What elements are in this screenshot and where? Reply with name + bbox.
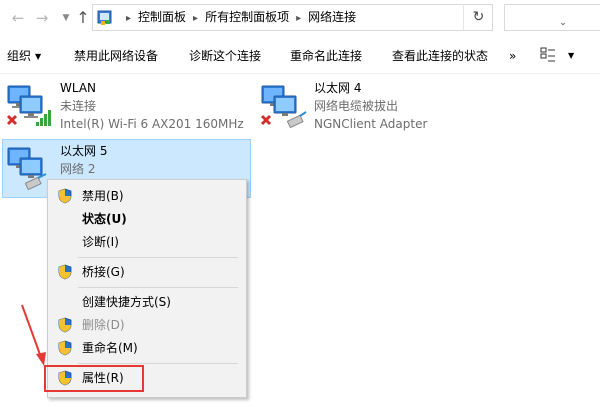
menu-separator — [78, 287, 238, 288]
refresh-icon[interactable]: ↻ — [463, 4, 493, 31]
connection-wlan[interactable]: WLAN 未连接 Intel(R) Wi-Fi 6 AX201 160MHz — [6, 80, 246, 136]
disable-device-button[interactable]: 禁用此网络设备 — [74, 38, 158, 74]
menu-item-label: 诊断(I) — [82, 235, 119, 249]
uac-shield-icon — [58, 340, 72, 356]
adapter-name: NGNClient Adapter — [314, 117, 428, 131]
menu-item-status[interactable]: 状态(U) — [50, 208, 245, 230]
menu-item-delete: 删除(D) — [50, 314, 245, 336]
connection-name: WLAN — [60, 81, 97, 95]
ethernet-adapter-icon — [260, 85, 307, 128]
menu-item-create-shortcut[interactable]: 创建快捷方式(S) — [50, 291, 245, 313]
breadcrumb-control-panel[interactable]: 控制面板 — [138, 10, 186, 24]
connection-status: 未连接 — [60, 99, 97, 113]
uac-shield-icon — [58, 264, 72, 280]
address-bar[interactable]: ▸ 控制面板 ▸ 所有控制面板项 ▸ 网络连接 ⌄ — [92, 4, 567, 31]
menu-item-label: 状态(U) — [82, 212, 127, 226]
rename-button[interactable]: 重命名此连接 — [290, 38, 362, 74]
uac-shield-icon — [58, 317, 72, 333]
connection-status: 网络 2 — [60, 162, 96, 176]
menu-item-label: 重命名(M) — [82, 341, 138, 355]
menu-item-diagnose[interactable]: 诊断(I) — [50, 231, 245, 253]
menu-separator — [78, 257, 238, 258]
forward-arrow-icon[interactable]: → — [32, 8, 52, 28]
control-panel-icon — [97, 10, 112, 25]
organize-label: 组织 — [7, 49, 32, 63]
uac-shield-icon — [58, 188, 72, 204]
menu-item-rename[interactable]: 重命名(M) — [50, 337, 245, 359]
connection-ethernet-4[interactable]: 以太网 4 网络电缆被拔出 NGNClient Adapter — [260, 80, 500, 136]
annotation-highlight-box — [44, 365, 144, 392]
menu-item-label: 删除(D) — [82, 318, 125, 332]
back-arrow-icon[interactable]: ← — [8, 8, 28, 28]
menu-item-label: 禁用(B) — [82, 189, 124, 203]
up-arrow-icon[interactable]: ↑ — [73, 8, 93, 28]
search-input[interactable] — [504, 4, 600, 31]
diagnose-button[interactable]: 诊断这个连接 — [189, 38, 261, 74]
view-options-icon[interactable] — [540, 47, 556, 63]
breadcrumb: ▸ 控制面板 ▸ 所有控制面板项 ▸ 网络连接 — [126, 10, 357, 24]
menu-item-label: 创建快捷方式(S) — [82, 295, 171, 309]
menu-item-disable[interactable]: 禁用(B) — [50, 185, 245, 207]
menu-item-label: 桥接(G) — [82, 265, 125, 279]
adapter-name: Intel(R) Wi-Fi 6 AX201 160MHz — [60, 117, 244, 131]
wireless-adapter-icon — [6, 85, 51, 126]
menu-item-bridge[interactable]: 桥接(G) — [50, 261, 245, 283]
connection-status: 网络电缆被拔出 — [314, 99, 399, 113]
connection-name: 以太网 4 — [314, 81, 362, 95]
breadcrumb-all-items[interactable]: 所有控制面板项 — [205, 10, 289, 24]
chevron-down-icon: ▼ — [35, 52, 42, 61]
view-status-button[interactable]: 查看此连接的状态 — [392, 38, 488, 74]
more-commands-button[interactable]: » — [509, 38, 516, 74]
breadcrumb-network-connections[interactable]: 网络连接 — [308, 10, 356, 24]
connection-name: 以太网 5 — [60, 144, 108, 158]
menu-separator — [78, 363, 238, 364]
command-bar: 组织 ▼ 禁用此网络设备 诊断这个连接 重命名此连接 查看此连接的状态 » ▼ — [0, 38, 600, 74]
organize-button[interactable]: 组织 ▼ — [7, 38, 41, 74]
view-dropdown-icon[interactable]: ▼ — [568, 38, 574, 74]
address-row: ← → ▼ ↑ ▸ 控制面板 ▸ 所有控制面板项 ▸ 网络连接 ⌄ ↻ — [0, 0, 600, 36]
